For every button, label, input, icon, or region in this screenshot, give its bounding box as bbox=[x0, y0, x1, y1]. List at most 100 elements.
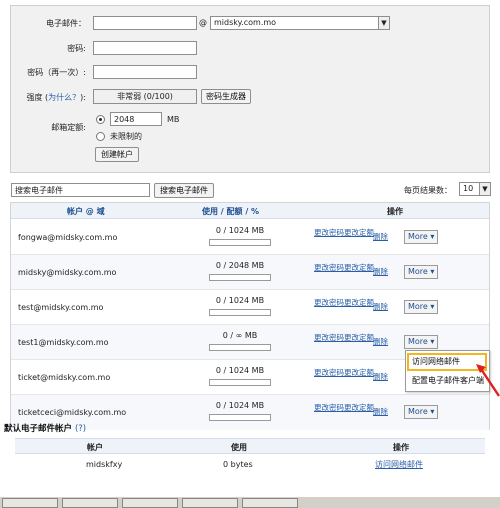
change-password-link[interactable]: 更改密码 bbox=[314, 333, 344, 342]
change-password-link[interactable]: 更改密码 bbox=[314, 403, 344, 412]
change-quota-link[interactable]: 更改定额 bbox=[344, 333, 374, 342]
change-password-link[interactable]: 更改密码 bbox=[314, 263, 344, 272]
usage-bar bbox=[209, 379, 271, 386]
delete-link[interactable]: 删除 bbox=[373, 267, 388, 276]
unlimited-radio[interactable] bbox=[96, 132, 105, 141]
quota-input[interactable]: 2048 bbox=[110, 112, 162, 126]
account-email: test1@midsky.com.mo bbox=[18, 338, 109, 347]
per-page-value: 10 bbox=[463, 184, 474, 193]
usage-bar bbox=[209, 344, 271, 351]
account-email: midsky@midsky.com.mo bbox=[18, 268, 117, 277]
usage-text: 0 / 2048 MB bbox=[215, 261, 265, 270]
unlimited-label: 未限制的 bbox=[110, 132, 142, 141]
taskbar-item[interactable] bbox=[122, 498, 178, 508]
taskbar-item[interactable] bbox=[2, 498, 58, 508]
default-account-name: midskfxy bbox=[86, 460, 123, 469]
red-arrow-annotation bbox=[476, 364, 500, 397]
chevron-down-icon: ▼ bbox=[378, 17, 389, 29]
strength-label-prefix: 强度 ( bbox=[26, 93, 49, 102]
change-quota-link[interactable]: 更改定额 bbox=[344, 403, 374, 412]
default-col-usage: 使用 bbox=[231, 443, 247, 452]
strength-label-suffix: ): bbox=[80, 93, 86, 102]
quota-label: 邮箱定额: bbox=[51, 123, 86, 132]
accounts-table: 帐户 @ 域 使用 / 配额 / % 操作 fongwa@midsky.com.… bbox=[10, 202, 490, 430]
col-usage-header[interactable]: 使用 / 配额 / % bbox=[202, 206, 259, 217]
email-input[interactable] bbox=[93, 16, 197, 30]
usage-text: 0 / 1024 MB bbox=[215, 296, 265, 305]
per-page-select[interactable]: 10 ▼ bbox=[459, 182, 491, 196]
usage-bar bbox=[209, 274, 271, 281]
usage-text: 0 / 1024 MB bbox=[215, 366, 265, 375]
usage-bar bbox=[209, 309, 271, 316]
col-usage-c: % bbox=[251, 207, 260, 216]
default-account-title: 默认电子邮件帐户 (?) bbox=[4, 422, 86, 434]
taskbar bbox=[0, 496, 500, 508]
delete-link[interactable]: 删除 bbox=[373, 232, 388, 241]
usage-text: 0 / ∞ MB bbox=[222, 331, 258, 340]
domain-select-value: midsky.com.mo bbox=[214, 18, 277, 27]
change-quota-link[interactable]: 更改定额 bbox=[344, 263, 374, 272]
email-label: 电子邮件： bbox=[46, 19, 86, 28]
more-button[interactable]: More ▾ bbox=[404, 405, 439, 419]
password-generator-button[interactable]: 密码生成器 bbox=[201, 89, 251, 104]
col-usage-sep2: / bbox=[245, 207, 249, 216]
more-button[interactable]: More ▾ bbox=[404, 265, 439, 279]
default-col-account: 帐户 bbox=[87, 443, 103, 452]
change-quota-link[interactable]: 更改定额 bbox=[344, 298, 374, 307]
taskbar-item[interactable] bbox=[62, 498, 118, 508]
account-email: ticket@midsky.com.mo bbox=[18, 373, 111, 382]
change-password-link[interactable]: 更改密码 bbox=[314, 368, 344, 377]
quota-unit: MB bbox=[167, 115, 180, 124]
delete-link[interactable]: 删除 bbox=[373, 407, 388, 416]
account-email: fongwa@midsky.com.mo bbox=[18, 233, 118, 242]
table-header: 帐户 @ 域 使用 / 配额 / % 操作 bbox=[11, 203, 489, 219]
usage-text: 0 / 1024 MB bbox=[215, 226, 265, 235]
more-button[interactable]: More ▾ bbox=[404, 335, 439, 349]
delete-link[interactable]: 删除 bbox=[373, 337, 388, 346]
table-row: midsky@midsky.com.mo 0 / 2048 MB 更改密码 更改… bbox=[11, 255, 489, 290]
delete-link[interactable]: 删除 bbox=[373, 372, 388, 381]
col-actions-header: 操作 bbox=[387, 207, 403, 216]
delete-link[interactable]: 删除 bbox=[373, 302, 388, 311]
col-usage-b: 配额 bbox=[226, 207, 243, 216]
usage-bar bbox=[209, 414, 271, 421]
password-confirm-input[interactable] bbox=[93, 65, 197, 79]
table-row: test@midsky.com.mo 0 / 1024 MB 更改密码 更改定额… bbox=[11, 290, 489, 325]
col-usage-a: 使用 bbox=[202, 207, 218, 216]
password-confirm-label: 密码（再一次）: bbox=[27, 68, 86, 77]
taskbar-item[interactable] bbox=[242, 498, 298, 508]
strength-meter: 非常弱 (0/100) bbox=[93, 89, 197, 104]
default-account-title-text: 默认电子邮件帐户 bbox=[4, 424, 73, 434]
help-link[interactable]: (?) bbox=[75, 424, 86, 434]
default-webmail-link[interactable]: 访问网络邮件 bbox=[375, 460, 423, 469]
usage-bar bbox=[209, 239, 271, 246]
change-password-link[interactable]: 更改密码 bbox=[314, 298, 344, 307]
password-input[interactable] bbox=[93, 41, 197, 55]
more-button[interactable]: More ▾ bbox=[404, 300, 439, 314]
taskbar-item[interactable] bbox=[182, 498, 238, 508]
col-usage-sep1: / bbox=[220, 207, 224, 216]
search-button[interactable]: 搜索电子邮件 bbox=[154, 183, 214, 198]
default-account-header: 帐户 使用 操作 bbox=[15, 438, 485, 454]
col-account-header[interactable]: 帐户 @ 域 bbox=[67, 206, 105, 217]
quota-radio[interactable] bbox=[96, 115, 105, 124]
create-account-button[interactable]: 创建帐户 bbox=[95, 147, 139, 162]
change-quota-link[interactable]: 更改定额 bbox=[344, 368, 374, 377]
domain-select[interactable]: midsky.com.mo ▼ bbox=[210, 16, 390, 30]
chevron-down-icon: ▼ bbox=[479, 183, 490, 195]
change-password-link[interactable]: 更改密码 bbox=[314, 228, 344, 237]
account-email: ticketceci@midsky.com.mo bbox=[18, 408, 127, 417]
at-sign: @ bbox=[199, 18, 207, 27]
usage-text: 0 / 1024 MB bbox=[215, 401, 265, 410]
default-col-actions: 操作 bbox=[393, 443, 409, 452]
strength-label: 强度 (为什么？): bbox=[14, 92, 87, 103]
password-label: 密码: bbox=[67, 44, 86, 53]
table-row: fongwa@midsky.com.mo 0 / 1024 MB 更改密码 更改… bbox=[11, 220, 489, 255]
strength-help-link[interactable]: 为什么？ bbox=[48, 93, 80, 102]
account-email: test@midsky.com.mo bbox=[18, 303, 104, 312]
more-button[interactable]: More ▾ bbox=[404, 230, 439, 244]
change-quota-link[interactable]: 更改定额 bbox=[344, 228, 374, 237]
per-page-label: 每页结果数： bbox=[404, 186, 452, 195]
search-input[interactable]: 搜索电子邮件 bbox=[11, 183, 150, 197]
default-account-usage: 0 bytes bbox=[223, 460, 253, 469]
